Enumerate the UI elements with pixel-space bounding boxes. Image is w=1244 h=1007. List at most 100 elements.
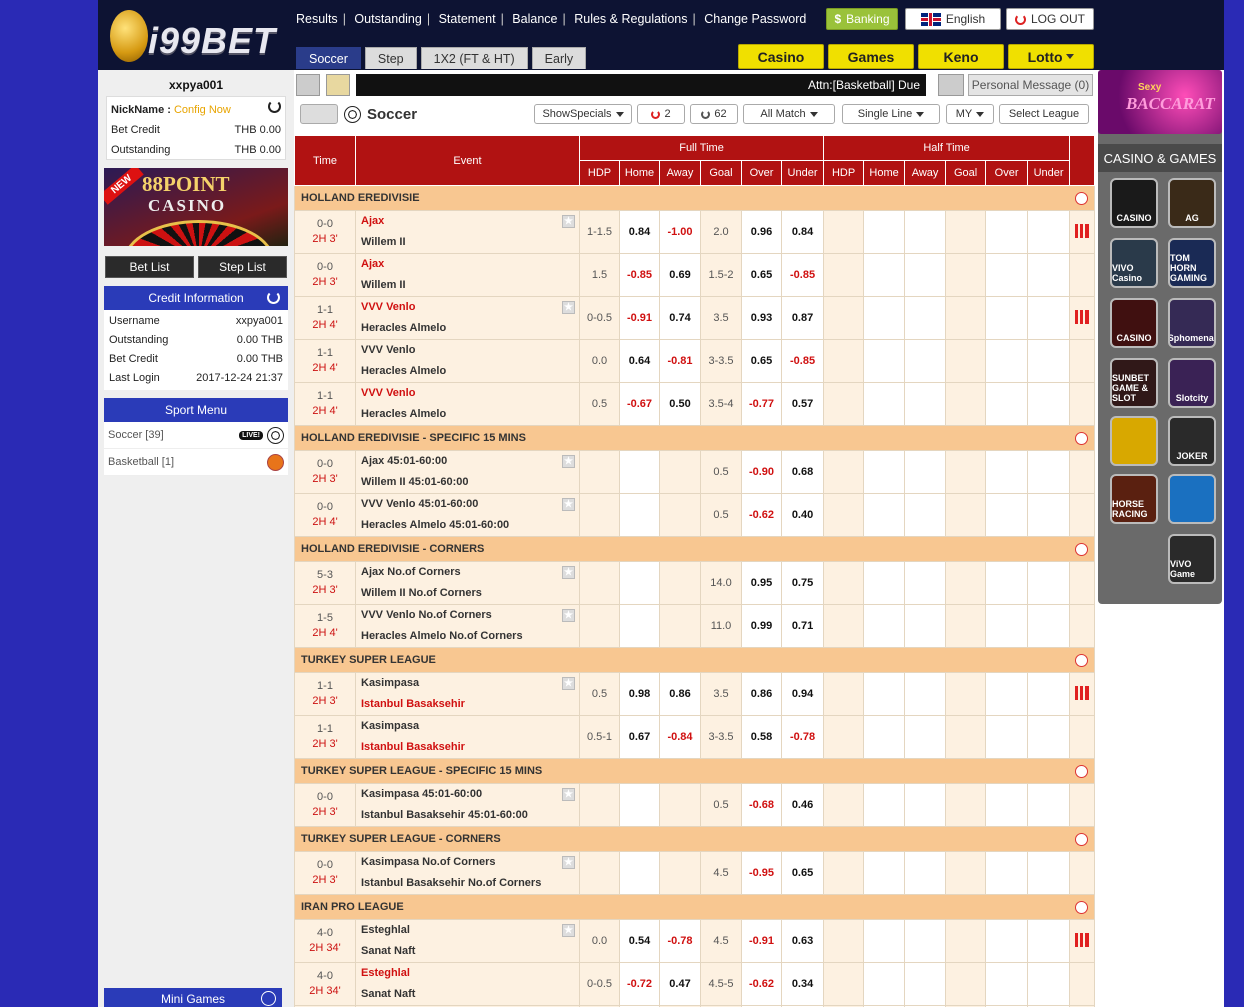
ft-away-odds[interactable] xyxy=(659,851,701,895)
ft-under-odds[interactable]: 0.87 xyxy=(780,296,825,340)
ft-over-odds[interactable]: 0.95 xyxy=(741,561,782,605)
game-tile[interactable]: TOM HORN GAMING xyxy=(1168,238,1216,288)
ft-under-odds[interactable]: -0.85 xyxy=(780,339,825,383)
ft-home-odds[interactable] xyxy=(619,450,660,494)
mini-games-button[interactable]: Mini Games xyxy=(104,988,282,1007)
language-button[interactable]: English xyxy=(905,8,1001,30)
game-tile[interactable]: CASINO xyxy=(1110,178,1158,228)
ft-home-odds[interactable]: 0.98 xyxy=(619,672,660,716)
game-tile[interactable]: SUNBET GAME & SLOT xyxy=(1110,358,1158,408)
ft-over-odds[interactable]: 0.96 xyxy=(741,210,782,254)
ft-away-odds[interactable]: 0.86 xyxy=(659,672,701,716)
game-tile[interactable]: HORSE RACING xyxy=(1110,474,1158,524)
logout-button[interactable]: LOG OUT xyxy=(1006,8,1094,30)
ft-away-odds[interactable]: 0.50 xyxy=(659,382,701,426)
refresh-icon[interactable] xyxy=(1075,765,1089,778)
nav-statement[interactable]: Statement xyxy=(439,12,496,26)
star-icon[interactable]: ★ xyxy=(562,498,575,511)
announcement-ticker[interactable]: Attn:[Basketball] Due xyxy=(356,74,926,96)
ft-under-odds[interactable]: 0.68 xyxy=(780,450,825,494)
star-icon[interactable]: ★ xyxy=(562,301,575,314)
sport-item-basketball[interactable]: Basketball [1] xyxy=(104,449,288,476)
refresh-icon[interactable] xyxy=(1075,192,1089,205)
tab-early[interactable]: Early xyxy=(531,47,587,69)
ft-over-odds[interactable]: 0.86 xyxy=(741,672,782,716)
ft-away-odds[interactable]: -1.00 xyxy=(659,210,701,254)
mail-icon[interactable] xyxy=(938,74,964,96)
ft-away-odds[interactable]: 0.69 xyxy=(659,253,701,297)
star-icon[interactable]: ★ xyxy=(562,609,575,622)
ft-over-odds[interactable]: 0.65 xyxy=(741,253,782,297)
ft-under-odds[interactable]: 0.65 xyxy=(780,851,825,895)
sport-item-soccer[interactable]: Soccer [39] LIVE! xyxy=(104,422,288,449)
ft-over-odds[interactable]: -0.62 xyxy=(741,493,782,537)
select-league-button[interactable]: Select League xyxy=(999,104,1089,124)
game-tile[interactable]: ViVO Game xyxy=(1168,534,1216,584)
step-list-button[interactable]: Step List xyxy=(198,256,287,278)
nav-rules[interactable]: Rules & Regulations xyxy=(574,12,687,26)
ft-home-odds[interactable]: -0.72 xyxy=(619,962,660,1006)
ft-over-odds[interactable]: -0.95 xyxy=(741,851,782,895)
ft-under-odds[interactable]: 0.63 xyxy=(780,919,825,963)
ft-away-odds[interactable]: -0.81 xyxy=(659,339,701,383)
hide-toggle-icon[interactable] xyxy=(300,104,338,124)
ft-away-odds[interactable] xyxy=(659,561,701,605)
stats-chart-icon[interactable] xyxy=(1075,223,1090,238)
ft-over-odds[interactable]: -0.90 xyxy=(741,450,782,494)
ft-over-odds[interactable]: -0.62 xyxy=(741,962,782,1006)
ft-away-odds[interactable] xyxy=(659,450,701,494)
personal-message-button[interactable]: Personal Message (0) xyxy=(968,74,1093,96)
show-specials-dropdown[interactable]: ShowSpecials xyxy=(534,104,632,124)
sexy-baccarat-banner[interactable]: Sexy BACCARAT xyxy=(1098,70,1222,134)
logo[interactable]: i99BET xyxy=(108,6,288,64)
88point-casino-banner[interactable]: NEW 88POINT CASINO xyxy=(104,168,288,246)
game-tile[interactable] xyxy=(1110,416,1158,466)
total-count-button[interactable]: 62 xyxy=(690,104,738,124)
star-icon[interactable]: ★ xyxy=(562,566,575,579)
ft-home-odds[interactable]: -0.67 xyxy=(619,382,660,426)
ft-away-odds[interactable]: -0.78 xyxy=(659,919,701,963)
ft-away-odds[interactable]: -0.84 xyxy=(659,715,701,759)
ft-over-odds[interactable]: -0.68 xyxy=(741,783,782,827)
stats-chart-icon[interactable] xyxy=(1075,685,1090,700)
game-tile[interactable]: Sphomenal xyxy=(1168,298,1216,348)
game-tile[interactable]: CASINO xyxy=(1110,298,1158,348)
tab-casino[interactable]: Casino xyxy=(738,44,824,69)
ft-away-odds[interactable] xyxy=(659,783,701,827)
refresh-icon[interactable] xyxy=(1075,654,1089,667)
ft-under-odds[interactable]: 0.57 xyxy=(780,382,825,426)
star-icon[interactable]: ★ xyxy=(562,924,575,937)
config-now-link[interactable]: Config Now xyxy=(174,104,231,116)
tab-keno[interactable]: Keno xyxy=(918,44,1004,69)
favorite-star-icon[interactable] xyxy=(326,74,350,96)
all-match-dropdown[interactable]: All Match xyxy=(743,104,835,124)
game-tile[interactable]: VIVO Casino xyxy=(1110,238,1158,288)
single-line-dropdown[interactable]: Single Line xyxy=(842,104,940,124)
stats-chart-icon[interactable] xyxy=(1075,309,1090,324)
ft-over-odds[interactable]: -0.77 xyxy=(741,382,782,426)
ft-under-odds[interactable]: -0.78 xyxy=(780,715,825,759)
ft-home-odds[interactable] xyxy=(619,493,660,537)
star-icon[interactable]: ★ xyxy=(562,455,575,468)
game-tile[interactable]: JOKER xyxy=(1168,416,1216,466)
game-tile[interactable]: Slotcity xyxy=(1168,358,1216,408)
ft-home-odds[interactable]: -0.91 xyxy=(619,296,660,340)
tab-lotto[interactable]: Lotto xyxy=(1008,44,1094,69)
ft-over-odds[interactable]: 0.99 xyxy=(741,604,782,648)
refresh-icon[interactable] xyxy=(268,100,281,113)
ft-over-odds[interactable]: 0.58 xyxy=(741,715,782,759)
tab-1x2[interactable]: 1X2 (FT & HT) xyxy=(420,47,528,69)
nav-outstanding[interactable]: Outstanding xyxy=(354,12,421,26)
ft-under-odds[interactable]: 0.71 xyxy=(780,604,825,648)
tab-soccer[interactable]: Soccer xyxy=(296,47,361,69)
ft-under-odds[interactable]: 0.46 xyxy=(780,783,825,827)
tab-step[interactable]: Step xyxy=(364,47,417,69)
ft-home-odds[interactable]: 0.84 xyxy=(619,210,660,254)
banking-button[interactable]: $ Banking xyxy=(826,8,898,30)
bet-list-button[interactable]: Bet List xyxy=(105,256,194,278)
ft-home-odds[interactable]: 0.67 xyxy=(619,715,660,759)
ft-home-odds[interactable]: 0.64 xyxy=(619,339,660,383)
refresh-icon[interactable] xyxy=(1075,432,1089,445)
star-icon[interactable]: ★ xyxy=(562,215,575,228)
ft-away-odds[interactable] xyxy=(659,604,701,648)
